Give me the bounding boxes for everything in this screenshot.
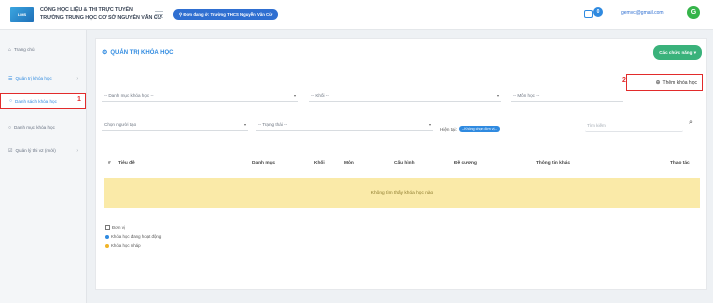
legend-title: Đơn vị [105, 225, 161, 230]
sidebar: ⌂ Trang chủ ☰ Quản trị khóa học › ○ Danh… [0, 30, 87, 303]
functions-button[interactable]: Các chức năng ▾ [653, 45, 702, 60]
column-header[interactable]: Tiêu đề [118, 161, 135, 166]
chevron-down-icon: ▾ [496, 92, 499, 98]
sidebar-item-course-category[interactable]: ○ Danh mục khóa học [0, 120, 86, 135]
legend-label: Khóa học đang hoạt động [111, 234, 162, 239]
add-course-label: Thêm khóa học [662, 79, 697, 86]
page-title: ⚙ QUẢN TRỊ KHÓA HỌC [102, 49, 174, 57]
category-icon: ○ [8, 124, 12, 131]
menu-toggle-icon[interactable] [155, 11, 163, 18]
column-header: Đề cương [454, 161, 477, 166]
legend-item-draft: Khóa học nháp [105, 243, 161, 248]
page-title-text: QUẢN TRỊ KHÓA HỌC [110, 49, 174, 56]
column-header[interactable]: Khối [314, 161, 325, 166]
sidebar-item-course-management[interactable]: ☰ Quản trị khóa học › [0, 71, 86, 86]
subject-select-value: -- Môn học -- [513, 92, 540, 98]
category-select[interactable]: -- Danh mục khóa học -- ▾ [102, 89, 298, 102]
sidebar-item-label: Danh sách khóa học [15, 98, 57, 104]
grade-select-value: -- Khối -- [311, 92, 329, 98]
search-input[interactable]: Tìm kiếm [585, 119, 683, 132]
legend-title-text: Đơn vị [112, 225, 125, 230]
chevron-down-icon: ▾ [293, 92, 296, 98]
current-unit-pill[interactable]: ⚲ Đơn đang ở: Trường THCS Nguyễn Văn Cừ [173, 9, 279, 20]
home-icon: ⌂ [8, 46, 12, 53]
current-unit-label: Hiện tại: [440, 126, 457, 132]
legend: Đơn vị Khóa học đang hoạt động Khóa học … [105, 225, 161, 248]
search-placeholder: Tìm kiếm [587, 122, 606, 128]
creator-select-value: Chọn người tạo [104, 121, 137, 127]
sidebar-item-label: Quản trị khóa học [15, 76, 52, 81]
yellow-dot-icon [105, 243, 109, 248]
column-header: Cấu hình [394, 161, 415, 166]
legend-label: Khóa học nháp [111, 243, 141, 248]
sidebar-item-course-list[interactable]: ○ Danh sách khóa học [0, 93, 86, 109]
notification-badge[interactable]: 0 [593, 7, 603, 17]
status-select[interactable]: -- Trạng thái -- ▾ [256, 118, 433, 131]
avatar[interactable]: G [687, 6, 700, 19]
brand-title: CỔNG HỌC LIỆU & THI TRỰC TUYẾN [40, 7, 133, 13]
column-header: Thông tin khác [536, 161, 571, 166]
creator-select[interactable]: Chọn người tạo ▾ [102, 118, 248, 131]
search-icon[interactable]: ⌕ [689, 119, 693, 127]
add-course-button[interactable]: ⊕ Thêm khóa học [626, 74, 703, 91]
sidebar-item-label: Trang chủ [14, 47, 35, 52]
column-header: Thao tác [670, 161, 690, 166]
sidebar-item-exam-v2[interactable]: ☑ Quản lý thi v2 (mới) › [0, 143, 86, 158]
main-panel: ⚙ QUẢN TRỊ KHÓA HỌC Các chức năng ▾ 2 ⊕ … [95, 38, 707, 290]
chat-icon[interactable] [584, 10, 593, 18]
unit-box-icon [105, 225, 110, 230]
current-unit-value[interactable]: --Không chọn đơn vị-- [458, 126, 500, 132]
grade-select[interactable]: -- Khối -- ▾ [309, 89, 501, 102]
sidebar-item-label: Danh mục khóa học [14, 125, 55, 130]
plus-icon: ⊕ [655, 80, 661, 86]
annotation-1: 1 [77, 96, 81, 103]
column-header[interactable]: Danh mục [252, 161, 275, 166]
table-header: # Tiêu đề Danh mục Khối Môn Cấu hình Đề … [104, 157, 700, 172]
sidebar-item-home[interactable]: ⌂ Trang chủ [0, 42, 86, 57]
column-header[interactable]: Môn [344, 161, 354, 166]
chevron-down-icon: ▾ [428, 121, 431, 127]
chevron-down-icon: ▾ [243, 121, 246, 127]
user-email[interactable]: gemvc@gmail.com [621, 10, 664, 16]
top-header: LMS CỔNG HỌC LIỆU & THI TRỰC TUYẾN TRƯỜN… [0, 0, 713, 30]
exam-icon: ☑ [8, 147, 13, 154]
subject-select[interactable]: -- Môn học -- [511, 89, 623, 102]
gear-icon: ⚙ [102, 50, 108, 56]
course-management-icon: ☰ [8, 75, 13, 82]
current-unit-filter[interactable]: Hiện tại: --Không chọn đơn vị-- [440, 126, 500, 132]
empty-table-message: Không tìm thấy khóa học nào [104, 178, 700, 208]
blue-dot-icon [105, 234, 109, 239]
sidebar-item-label: Quản lý thi v2 (mới) [15, 148, 56, 153]
list-icon: ○ [9, 98, 13, 104]
brand-subtitle: TRƯỜNG TRUNG HỌC CƠ SỞ NGUYỄN VĂN CỪ [40, 15, 162, 21]
chevron-right-icon: › [76, 147, 78, 154]
column-header: # [108, 161, 111, 166]
app-logo[interactable]: LMS [10, 7, 34, 22]
legend-item-active: Khóa học đang hoạt động [105, 234, 161, 239]
status-select-value: -- Trạng thái -- [258, 121, 288, 127]
category-select-value: -- Danh mục khóa học -- [104, 92, 154, 98]
chevron-down-icon: › [76, 75, 78, 82]
